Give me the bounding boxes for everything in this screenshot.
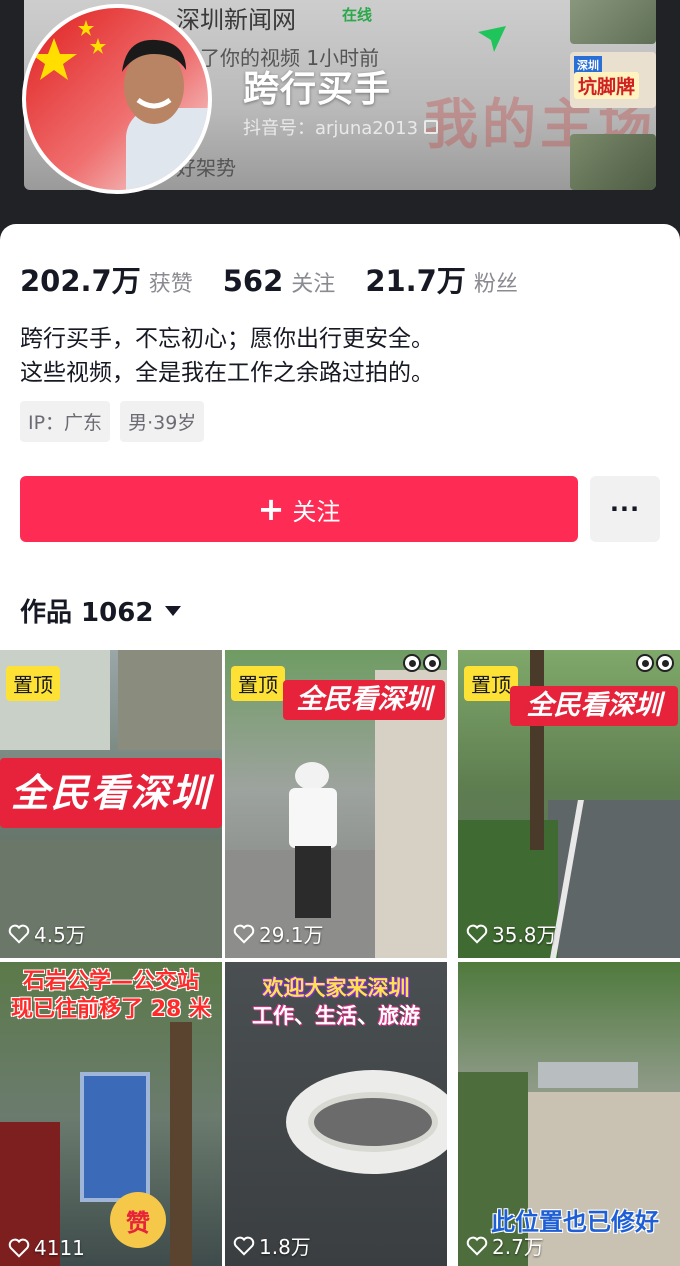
stat-value: 21.7万 [365,264,466,298]
gender-age-tag: 男·39岁 [120,401,205,442]
profile-nickname: 跨行买手 [243,69,392,110]
video-thumbnail[interactable]: 欢迎大家来深圳 工作、生活、旅游 1.8万 [225,962,447,1266]
eyes-sticker-icon [636,654,674,672]
overlay-line: 石岩公学—公交站 [22,969,199,994]
profile-tags: IP：广东 男·39岁 [20,401,205,442]
more-options-button[interactable]: ··· [590,476,660,542]
heart-icon [8,924,30,944]
thumbs-up-sticker: 赞 [110,1192,166,1248]
banner-news-title: 深圳新闻网 [176,6,296,34]
stat-likes[interactable]: 202.7万 获赞 [20,258,193,300]
thumbnail-title: 坑脚牌 [574,72,640,99]
profile-bio: 跨行买手，不忘初心；愿你出行更安全。 这些视频，全是我在工作之余路过拍的。 [20,322,434,390]
video-overlay-title: 全民看深圳 [283,680,445,720]
video-thumbnail[interactable]: 石岩公学—公交站 现已往前移了 28 米 赞 4111 [0,962,222,1266]
video-grid: 置顶 全民看深圳 4.5万 置顶 全民看深圳 29.1万 置顶 全民看深圳 35… [0,650,680,1266]
caret-down-icon [165,605,182,616]
plus-icon: + [257,490,285,528]
banner-online-badge: 在线 [342,6,373,24]
stat-following[interactable]: 562 关注 [223,264,336,298]
banner-thumbnail [570,134,656,190]
stat-value: 562 [222,264,284,298]
video-likes: 4111 [8,1236,85,1260]
likes-count: 29.1万 [259,923,324,947]
copy-icon[interactable] [424,120,439,134]
overlay-line: 现已往前移了 28 米 [11,997,211,1022]
works-tab-label: 作品 1062 [20,598,154,628]
video-overlay-title: 全民看深圳 [510,686,678,726]
video-likes: 29.1万 [233,919,324,948]
video-thumbnail[interactable]: 置顶 全民看深圳 29.1万 [225,650,447,958]
likes-count: 4.5万 [34,923,86,947]
pinned-badge: 置顶 [6,666,60,701]
more-icon: ··· [609,495,641,523]
video-likes: 4.5万 [8,919,86,948]
send-arrow-icon [478,26,506,52]
video-overlay-title: 石岩公学—公交站 现已往前移了 28 米 [0,968,222,1024]
manhole-image [308,1092,438,1152]
heart-icon [233,1236,255,1256]
ip-location-tag: IP：广东 [20,401,111,442]
video-overlay-title: 欢迎大家来深圳 工作、生活、旅游 [225,974,447,1030]
bio-line: 跨行买手，不忘初心；愿你出行更安全。 [20,326,434,352]
video-overlay-title: 全民看深圳 [0,758,222,828]
heart-icon [466,924,488,944]
avatar-photo [26,8,208,190]
video-thumbnail[interactable]: 置顶 全民看深圳 4.5万 [0,650,222,958]
profile-header-banner: 我的主场 深圳新闻网 在线 了你的视频 1小时前 好架势 深圳 坑脚牌 跨行买手… [0,0,680,250]
eyes-sticker-icon [403,654,441,672]
video-thumbnail[interactable]: 置顶 全民看深圳 35.8万 [458,650,680,958]
heart-icon [233,924,255,944]
stat-label: 粉丝 [473,272,518,297]
pinned-badge: 置顶 [231,666,285,701]
heart-icon [8,1238,30,1258]
video-likes: 2.7万 [466,1231,544,1260]
douyin-id[interactable]: 抖音号：arjuna2013 [243,114,439,140]
overlay-line: 工作、生活、旅游 [252,1004,420,1028]
stat-label: 关注 [291,272,336,297]
stat-followers[interactable]: 21.7万 粉丝 [365,258,518,300]
profile-stats: 202.7万 获赞 562 关注 21.7万 粉丝 [20,258,548,300]
heart-icon [466,1236,488,1256]
video-likes: 35.8万 [466,919,557,948]
banner-thumbnail [570,0,656,44]
follow-button[interactable]: + 关注 [20,476,578,542]
sticker-text: 赞 [126,1208,150,1237]
stat-label: 获赞 [148,272,193,297]
stat-value: 202.7万 [20,264,141,298]
likes-count: 4111 [34,1236,85,1260]
douyin-id-text: 抖音号：arjuna2013 [243,118,419,139]
likes-count: 1.8万 [259,1235,311,1259]
likes-count: 35.8万 [492,923,557,947]
video-likes: 1.8万 [233,1231,311,1260]
bio-line: 这些视频，全是我在工作之余路过拍的。 [20,360,434,386]
banner-thumbnail: 深圳 坑脚牌 [570,52,656,108]
overlay-line: 欢迎大家来深圳 [262,976,410,1000]
follow-button-label: 关注 [292,497,341,526]
likes-count: 2.7万 [492,1235,544,1259]
video-thumbnail[interactable]: 此位置也已修好 2.7万 [458,962,680,1266]
avatar[interactable] [22,4,212,194]
works-tab[interactable]: 作品 1062 [20,592,182,629]
